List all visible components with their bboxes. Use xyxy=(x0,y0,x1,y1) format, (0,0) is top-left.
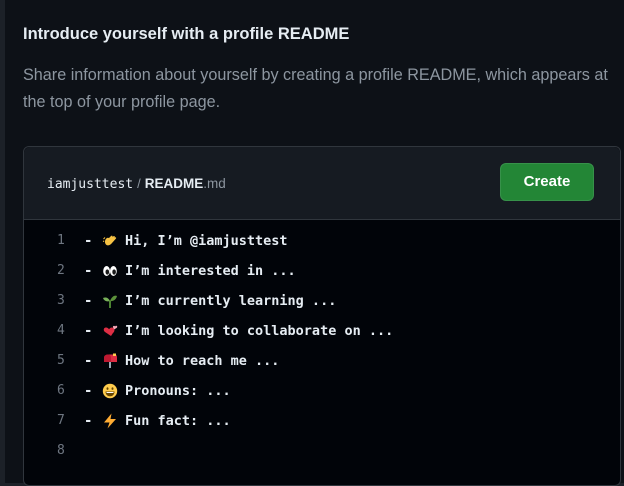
extension-label: .md xyxy=(203,176,226,191)
mailbox-icon xyxy=(104,353,117,368)
smiley-icon xyxy=(102,383,118,399)
list-dash: - xyxy=(84,383,93,399)
filename-label: README xyxy=(144,176,204,191)
line-number: 6 xyxy=(57,383,65,398)
list-dash: - xyxy=(84,233,93,249)
waving-hand-icon xyxy=(102,235,117,246)
list-dash: - xyxy=(84,353,93,369)
line-number: 1 xyxy=(57,233,65,248)
panel-description: Share information about yourself by crea… xyxy=(23,66,608,111)
list-dash: - xyxy=(84,293,93,309)
revolving-hearts-icon xyxy=(103,325,118,336)
line-text: Pronouns: ... xyxy=(125,383,231,399)
lightning-icon xyxy=(104,413,116,429)
line-number: 2 xyxy=(57,263,65,278)
list-dash: - xyxy=(84,413,93,429)
code-line: 5 - How to reach me ... xyxy=(24,351,620,371)
line-number: 8 xyxy=(57,443,65,458)
list-dash: - xyxy=(84,323,93,339)
line-text: How to reach me ... xyxy=(125,353,280,369)
seedling-icon xyxy=(103,295,117,308)
code-line: 6 - Pronouns: ... xyxy=(24,381,620,401)
code-line: 4 - I’m looking to collaborate on ... xyxy=(24,321,620,341)
readme-editor-card: iamjusttest / README.md Create 1 - Hi, I’m… xyxy=(23,146,621,486)
line-text: Fun fact: ... xyxy=(125,413,231,429)
line-text: I’m looking to collaborate on ... xyxy=(125,323,394,339)
list-dash: - xyxy=(84,263,93,279)
create-button[interactable]: Create xyxy=(500,163,594,201)
line-number: 5 xyxy=(57,353,65,368)
username-label: iamjusttest xyxy=(47,177,134,192)
line-text: Hi, I’m @iamjusttest xyxy=(125,233,288,249)
eyes-icon xyxy=(103,266,117,276)
code-line: 3 - I’m currently learning ... xyxy=(24,291,620,311)
code-line: 1 - Hi, I’m @iamjusttest xyxy=(24,231,620,251)
profile-readme-panel: Introduce yourself with a profile README… xyxy=(5,0,624,486)
line-number: 4 xyxy=(57,323,65,338)
line-text: I’m interested in ... xyxy=(125,263,296,279)
code-line: 8 xyxy=(24,441,620,461)
file-path: iamjusttest / README.md xyxy=(47,175,226,193)
line-text: I’m currently learning ... xyxy=(125,293,337,309)
panel-title: Introduce yourself with a profile README xyxy=(23,25,350,43)
path-separator: / xyxy=(137,176,141,191)
code-line: 7 - Fun fact: ... xyxy=(24,411,620,431)
code-line: 2 - I’m interested in ... xyxy=(24,261,620,281)
line-number: 3 xyxy=(57,293,65,308)
editor-header: iamjusttest / README.md Create xyxy=(24,147,620,220)
line-number: 7 xyxy=(57,413,65,428)
